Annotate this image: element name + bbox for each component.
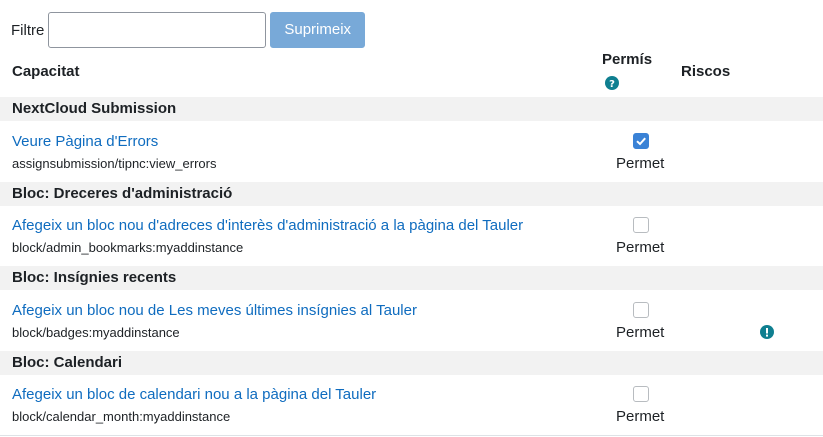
capability-name: block/calendar_month:myaddinstance — [12, 409, 231, 424]
capability-title-link[interactable]: Afegeix un bloc nou de Les meves últimes… — [12, 302, 417, 319]
allow-checkbox[interactable] — [633, 386, 649, 402]
capability-row: Afegeix un bloc de calendari nou a la pà… — [0, 386, 823, 426]
capability-title-link[interactable]: Veure Pàgina d'Errors — [12, 133, 158, 150]
capability-group-header: Bloc: Dreceres d'administració — [0, 182, 823, 206]
capability-row: Veure Pàgina d'Errors assignsubmission/t… — [0, 133, 823, 173]
risks-column-header: Riscos — [681, 63, 731, 80]
filter-bar: Filtre Suprimeix — [11, 12, 366, 48]
filter-label: Filtre — [11, 21, 45, 39]
capability-row: Afegeix un bloc nou de Les meves últimes… — [0, 302, 823, 342]
warning-icon[interactable] — [760, 325, 774, 339]
allow-checkbox[interactable] — [633, 302, 649, 318]
capability-title-link[interactable]: Afegeix un bloc de calendari nou a la pà… — [12, 386, 376, 403]
permission-column-header: Permís — [602, 51, 653, 68]
svg-text:?: ? — [609, 79, 615, 90]
capability-column-header: Capacitat — [12, 63, 80, 80]
permission-label: Permet — [616, 155, 665, 172]
capability-group-header: Bloc: Insígnies recents — [0, 266, 823, 290]
help-icon[interactable]: ? — [605, 76, 619, 90]
permission-label: Permet — [616, 239, 665, 256]
permission-label: Permet — [616, 324, 665, 341]
allow-checkbox[interactable] — [633, 133, 649, 149]
allow-checkbox[interactable] — [633, 217, 649, 233]
capability-group-header: NextCloud Submission — [0, 97, 823, 121]
capability-name: assignsubmission/tipnc:view_errors — [12, 156, 217, 171]
table-bottom-divider — [0, 435, 823, 436]
capability-name: block/admin_bookmarks:myaddinstance — [12, 240, 244, 255]
capability-group-header: Bloc: Calendari — [0, 351, 823, 375]
capability-row: Afegeix un bloc nou d'adreces d'interès … — [0, 217, 823, 257]
filter-input[interactable] — [48, 12, 267, 48]
clear-filter-button[interactable]: Suprimeix — [270, 12, 366, 48]
capability-name: block/badges:myaddinstance — [12, 325, 180, 340]
permission-label: Permet — [616, 408, 665, 425]
capability-title-link[interactable]: Afegeix un bloc nou d'adreces d'interès … — [12, 217, 523, 234]
